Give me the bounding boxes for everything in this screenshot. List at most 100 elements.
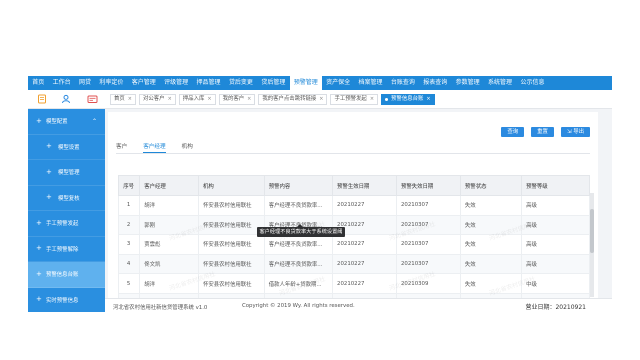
table-cell: 失效 <box>459 214 523 236</box>
plus-icon: + <box>36 244 42 253</box>
table-header: 客户经理 <box>139 175 199 196</box>
notebook-icon[interactable] <box>36 93 48 105</box>
table-cell: 胡洋 <box>139 273 199 294</box>
sidebar-item[interactable]: + 模型设置 <box>28 135 105 160</box>
close-icon[interactable]: × <box>128 95 132 104</box>
table-cell: 高级 <box>521 195 590 216</box>
close-icon[interactable]: × <box>247 95 251 104</box>
sidebar-item-label: 模型复核 <box>58 195 80 202</box>
page-tab-label: 手工预警发起 <box>334 96 367 102</box>
page-tab[interactable]: 我的客户点击跳转链接 × <box>258 94 328 105</box>
sidebar-item[interactable]: + 模型配置 ⌃ <box>28 109 105 135</box>
topnav-item[interactable]: 客户管理 <box>128 76 160 90</box>
footer: 河北省农村信用社新信贷管理系统 v1.0 Copyright © 2019 Wy… <box>105 298 612 312</box>
table-header: 预警生效日期 <box>332 175 397 196</box>
table-cell: 胡洋 <box>139 195 199 216</box>
close-icon[interactable]: × <box>207 95 211 104</box>
table-cell: 20210307 <box>395 253 461 275</box>
reset-button[interactable]: 重置 <box>531 127 554 137</box>
sidebar-item-label: 实时预警信息 <box>46 297 79 304</box>
topnav-item[interactable]: 台账查询 <box>387 76 419 90</box>
table-header: 序号 <box>117 175 141 196</box>
table-cell: 失效 <box>459 195 523 216</box>
page-tab-label: 我的客户点击跳转链接 <box>262 96 317 102</box>
table-cell: 怀安县农村信用联社 <box>197 253 265 275</box>
table-header: 预警内容 <box>263 175 334 196</box>
footer-org: 河北省农村信用社新信贷管理系统 v1.0 <box>113 305 208 311</box>
sidebar-item-label: 手工预警发起 <box>46 221 79 228</box>
page-tab-label: 预警信息台账 <box>391 96 424 102</box>
sub-tab[interactable]: 客户经理 <box>143 142 166 153</box>
page-tab[interactable]: 押品入库 × <box>178 94 216 105</box>
close-icon[interactable]: × <box>319 95 323 104</box>
sub-tab[interactable]: 客户 <box>116 142 127 153</box>
topnav-item[interactable]: 参数管理 <box>451 76 483 90</box>
topnav-item[interactable]: 资产保全 <box>322 76 354 90</box>
table-cell: 高级 <box>521 234 590 255</box>
user-icon[interactable] <box>60 93 72 105</box>
topnav-item[interactable]: 报表查询 <box>419 76 451 90</box>
topnav-item[interactable]: 押品管理 <box>192 76 224 90</box>
table-cell: 20210307 <box>395 234 461 255</box>
topnav-item[interactable]: 贷后变更 <box>225 76 257 90</box>
topnav-item[interactable]: 档案管理 <box>354 76 386 90</box>
sidebar-item[interactable]: + 模型复核 <box>28 186 105 211</box>
query-button[interactable]: 查询 <box>501 127 525 137</box>
table-cell: 怀安县农村信用联社 <box>197 234 265 255</box>
table-cell: 20210309 <box>395 273 461 294</box>
sidebar-item-label: 预警信息台账 <box>46 272 79 279</box>
table-cell: 4 <box>117 253 141 275</box>
page-tab-label: 首页 <box>114 96 125 102</box>
sub-tab[interactable]: 机构 <box>182 142 193 153</box>
plus-icon: + <box>46 142 52 151</box>
table-cell: 3 <box>117 234 141 255</box>
table-cell: 1 <box>117 195 141 216</box>
table-cell: 20210227 <box>332 234 397 255</box>
topnav-item[interactable]: 工作台 <box>48 76 74 90</box>
sidebar-item[interactable]: + 实时预警信息 <box>28 288 105 313</box>
sidebar-item[interactable]: + 预警信息台账 <box>28 262 105 288</box>
table-row[interactable]: 4 佟文凯 怀安县农村信用联社 客户经理不良贷款率... 20210227 2021030… <box>117 253 590 275</box>
topnav-item[interactable]: 公示信息 <box>516 76 548 90</box>
table-row[interactable]: 1 胡洋 怀安县农村信用联社 客户经理不良贷款率... 20210227 20210307… <box>117 195 590 216</box>
table-row[interactable]: 5 胡洋 怀安县农村信用联社 借款人年龄+贷款期... 20210227 20210309… <box>117 273 590 294</box>
table-row[interactable]: 3 贾雲彪 怀安县农村信用联社 客户经理不良贷款率... 20210227 2021030… <box>117 234 590 255</box>
chevron-up-icon: ⌃ <box>91 117 97 125</box>
sidebar-item[interactable]: + 手工预警发起 <box>28 211 105 237</box>
topnav-item[interactable]: 贷后管理 <box>257 76 289 90</box>
table-cell: 5 <box>117 273 141 294</box>
card-icon[interactable] <box>86 93 98 105</box>
page-tab[interactable]: 我的客户 × <box>218 94 256 105</box>
table-row[interactable]: 2 郭刚 怀安县农村信用联社 客户经理不良贷款率... 20210227 20210307… <box>117 214 590 236</box>
table-header: 预警失效日期 <box>395 175 461 196</box>
table-cell: 郭刚 <box>139 214 199 236</box>
table-cell: 20210227 <box>332 253 397 275</box>
topnav-item[interactable]: 首页 <box>28 76 48 90</box>
topnav-item[interactable]: 系统管理 <box>484 76 516 90</box>
table-cell: 怀安县农村信用联社 <box>197 195 265 216</box>
warning-table: 序号 客户经理 机构 预警内容 预警生效日期 预警失效日期 预警状态 预警等级 1 胡洋 怀安县农… <box>117 175 590 312</box>
close-icon[interactable]: × <box>426 95 430 104</box>
page-tab[interactable]: 预警信息台账 × <box>381 94 435 105</box>
page-tab[interactable]: 手工预警发起 × <box>330 94 379 105</box>
sidebar-item-label: 模型管理 <box>58 170 80 177</box>
export-button[interactable]: ⇲ 导出 <box>560 127 590 137</box>
table-scrollbar[interactable] <box>590 193 594 297</box>
sidebar-item[interactable]: + 手工预警解除 <box>28 237 105 262</box>
close-icon[interactable]: × <box>370 95 374 104</box>
page-tab[interactable]: 首页 × <box>110 94 136 105</box>
close-icon[interactable]: × <box>168 95 172 104</box>
table-cell: 客户经理不良贷款率... <box>263 195 334 216</box>
top-nav: 首页 工作台 网贷 利率定价 客户管理 评级管理 押品管理 贷后变更 贷后管理 预警管理 资产保全档… <box>28 76 612 90</box>
scrollbar-thumb[interactable] <box>590 209 594 253</box>
app-window: 首页 工作台 网贷 利率定价 客户管理 评级管理 押品管理 贷后变更 贷后管理 预警管理 资产保全档… <box>28 76 612 312</box>
topnav-item[interactable]: 利率定价 <box>95 76 127 90</box>
page-tab[interactable]: 对公客户 × <box>139 94 176 105</box>
table-header: 机构 <box>197 175 265 196</box>
table-cell: 怀安县农村信用联社 <box>197 214 265 236</box>
topnav-item[interactable]: 预警管理 <box>289 76 322 90</box>
sidebar-item[interactable]: + 模型管理 <box>28 160 105 186</box>
topnav-item[interactable]: 评级管理 <box>160 76 192 90</box>
export-icon: ⇲ <box>566 129 572 135</box>
topnav-item[interactable]: 网贷 <box>75 76 95 90</box>
